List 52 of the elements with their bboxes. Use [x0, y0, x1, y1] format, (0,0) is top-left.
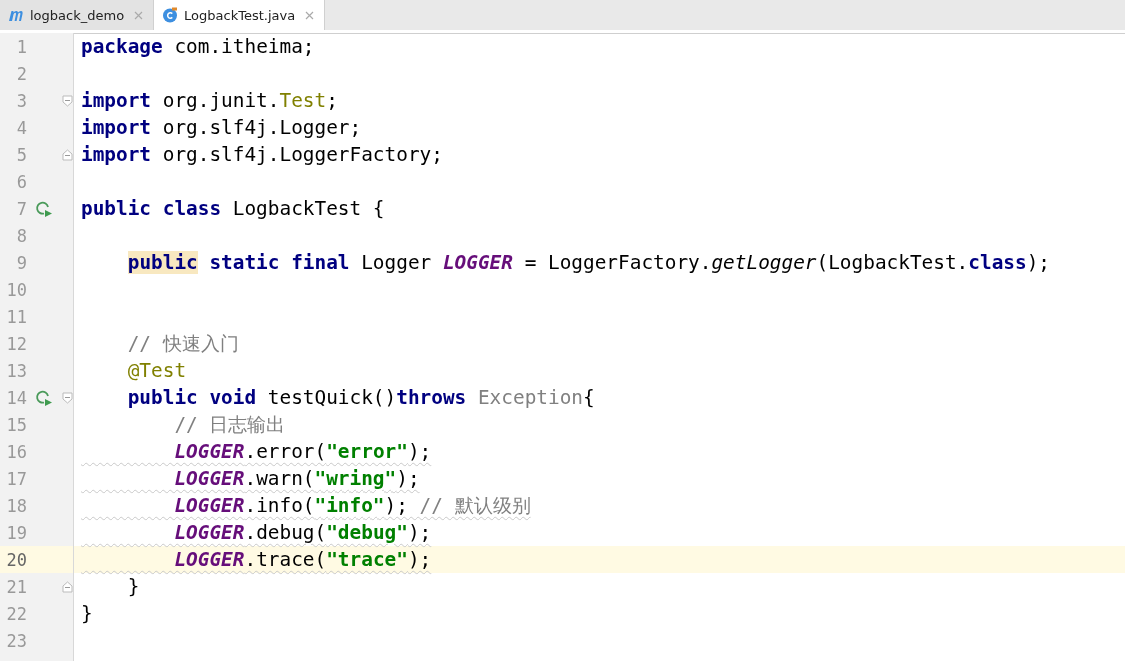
code-line: @Test: [126, 358, 187, 383]
fold-icon[interactable]: [61, 391, 73, 404]
line-number: 10: [5, 279, 27, 300]
fold-icon[interactable]: [61, 580, 73, 593]
line-number: 20: [5, 549, 27, 570]
line-number: 5: [15, 144, 27, 165]
code-line: package com.itheima;: [81, 34, 315, 59]
line-number: 19: [5, 522, 27, 543]
line-number: 7: [15, 198, 27, 219]
line-number: 22: [5, 603, 27, 624]
fold-icon[interactable]: [61, 148, 73, 161]
code-line: import org.slf4j.Logger;: [81, 115, 362, 140]
line-number: 16: [5, 441, 27, 462]
line-number: 23: [5, 630, 27, 651]
code-line: }: [126, 574, 140, 599]
code-line: LOGGER.debug("debug");: [173, 520, 432, 545]
line-number: 9: [15, 252, 27, 273]
line-number: 14: [5, 387, 27, 408]
close-icon[interactable]: [134, 10, 144, 20]
line-number: 4: [15, 117, 27, 138]
line-number: 17: [5, 468, 27, 489]
run-icon[interactable]: [35, 389, 53, 406]
editor-tab[interactable]: LogbackTest.java: [154, 0, 326, 30]
code-line: public static final Logger LOGGER = LoggerFactory.getLogger(LogbackTest.class);: [126, 250, 1050, 275]
code-line: LOGGER.error("error");: [173, 439, 432, 464]
code-line: LOGGER.info("info"); // 默认级别: [173, 493, 531, 518]
fold-icon[interactable]: [61, 94, 73, 107]
line-number: 18: [5, 495, 27, 516]
code-line: // 日志输出: [173, 412, 286, 437]
line-number: 6: [15, 171, 27, 192]
line-number: 8: [15, 225, 27, 246]
code-line: LOGGER.warn("wring");: [173, 466, 420, 491]
code-line: import org.junit.Test;: [81, 88, 338, 113]
code-line: public class LogbackTest {: [81, 196, 385, 221]
line-number: 21: [5, 576, 27, 597]
code-line: import org.slf4j.LoggerFactory;: [81, 142, 443, 167]
editor-tab[interactable]: logback_demo: [0, 0, 155, 30]
code-line: public void testQuick()throws Exception{: [126, 385, 595, 410]
code-line: }: [81, 601, 93, 626]
line-number: 11: [5, 306, 27, 327]
line-number: 1: [15, 36, 27, 57]
class-icon: [162, 7, 179, 23]
line-number: 3: [15, 90, 27, 111]
run-icon[interactable]: [35, 200, 53, 217]
line-number: 13: [5, 360, 27, 381]
code-line: LOGGER.trace("trace");: [173, 547, 432, 572]
code-line: // 快速入门: [126, 331, 239, 356]
line-number: 2: [15, 63, 27, 84]
line-number: 12: [5, 333, 27, 354]
module-icon: [8, 8, 24, 22]
close-icon[interactable]: [305, 10, 315, 20]
line-number: 15: [5, 414, 27, 435]
